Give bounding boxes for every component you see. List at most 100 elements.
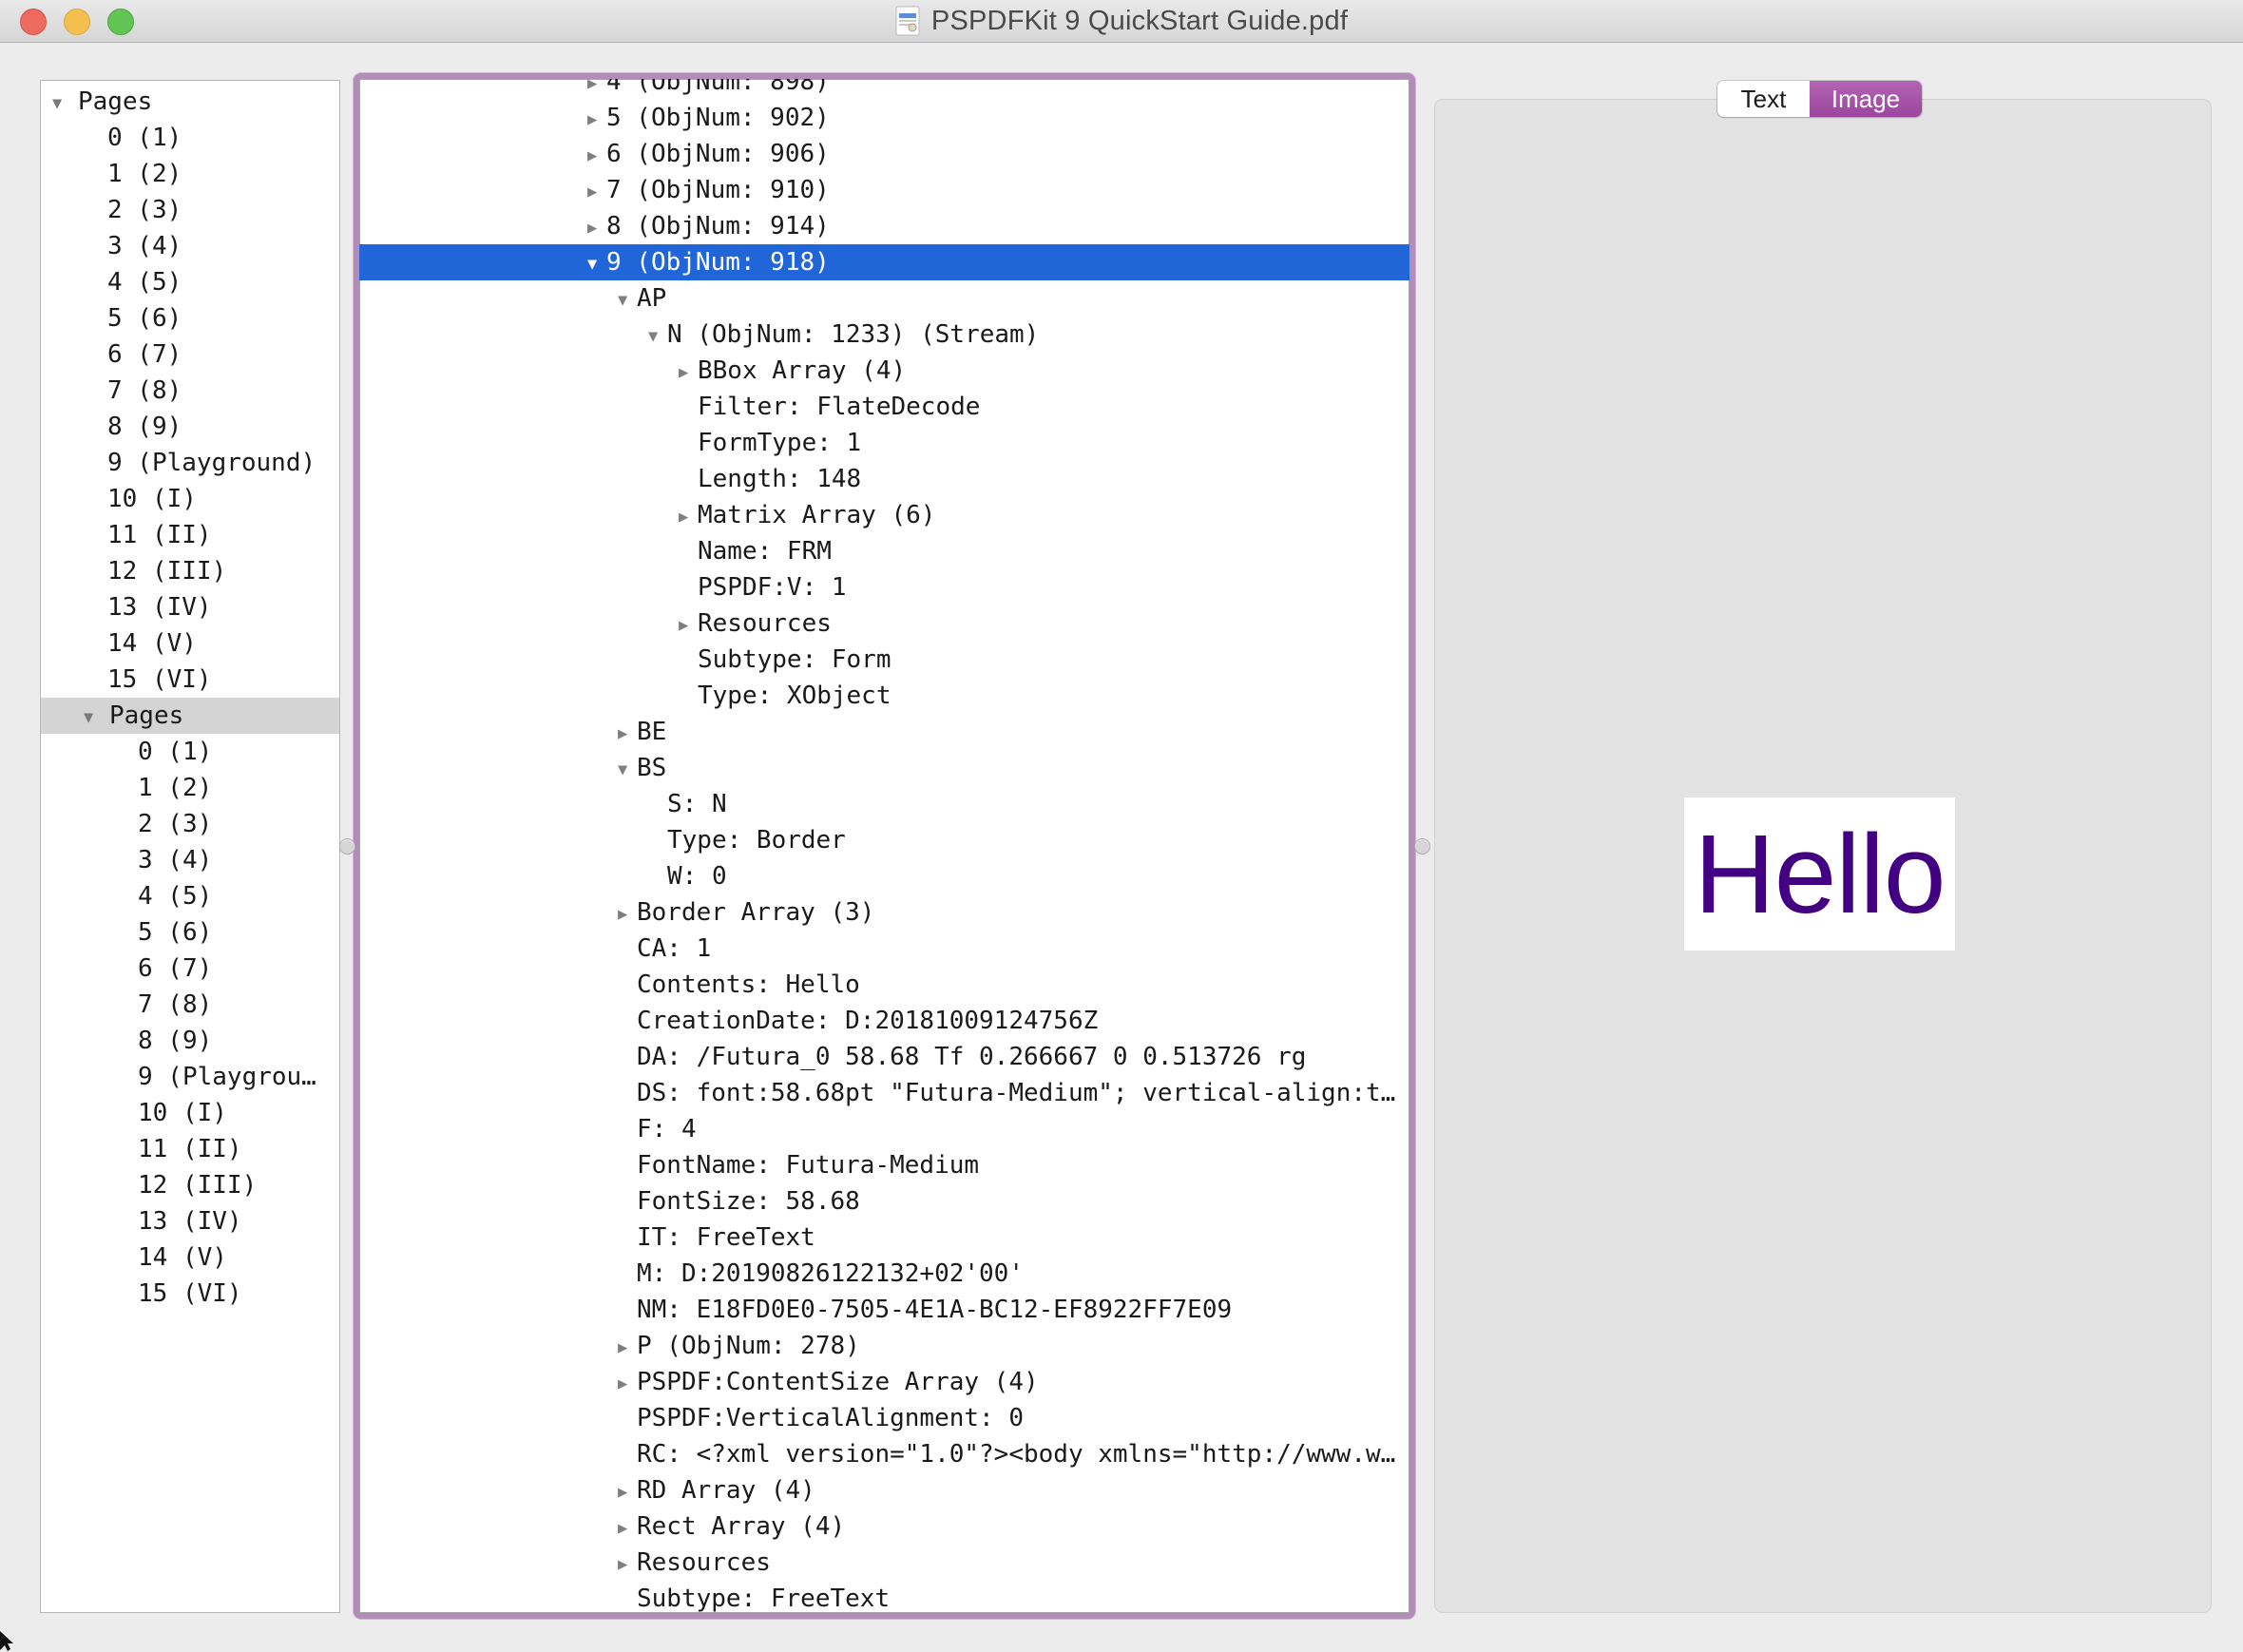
sidebar-page-item[interactable]: 9 (Playground)	[41, 445, 339, 481]
outline-row[interactable]: CA: 1	[359, 931, 1409, 967]
sidebar-page-item[interactable]: 2 (3)	[41, 806, 339, 842]
outline-row[interactable]: ▼N (ObjNum: 1233) (Stream)	[359, 317, 1409, 353]
sidebar-page-item[interactable]: 0 (1)	[41, 734, 339, 770]
disclosure-closed-icon[interactable]: ▶	[587, 210, 606, 244]
sidebar-page-item[interactable]: 1 (2)	[41, 156, 339, 192]
sidebar-page-item[interactable]: 11 (II)	[41, 1131, 339, 1167]
outline-row[interactable]: ▶Border Array (3)	[359, 894, 1409, 931]
outline-row[interactable]: ▶Resources	[359, 605, 1409, 642]
disclosure-closed-icon[interactable]: ▶	[679, 607, 698, 642]
disclosure-closed-icon[interactable]: ▶	[587, 102, 606, 136]
sidebar-page-item[interactable]: 12 (III)	[41, 1167, 339, 1203]
split-divider-handle-right[interactable]	[1414, 838, 1430, 855]
outline-row[interactable]: ▶5 (ObjNum: 902)	[359, 100, 1409, 136]
outline-row[interactable]: ▶BE	[359, 714, 1409, 750]
sidebar-page-item[interactable]: 2 (3)	[41, 192, 339, 228]
outline-row[interactable]: W: 0	[359, 858, 1409, 894]
disclosure-closed-icon[interactable]: ▶	[618, 896, 637, 931]
disclosure-closed-icon[interactable]: ▶	[618, 1330, 637, 1364]
disclosure-open-icon[interactable]: ▼	[648, 318, 667, 353]
outline-row[interactable]: ▼9 (ObjNum: 918)	[359, 244, 1409, 280]
disclosure-closed-icon[interactable]: ▶	[618, 1474, 637, 1508]
outline-row[interactable]: NM: E18FD0E0-7505-4E1A-BC12-EF8922FF7E09	[359, 1292, 1409, 1328]
sidebar-tree-header[interactable]: ▼Pages	[41, 698, 339, 734]
sidebar-page-item[interactable]: 7 (8)	[41, 373, 339, 409]
sidebar-page-item[interactable]: 6 (7)	[41, 336, 339, 373]
outline-row[interactable]: FontSize: 58.68	[359, 1183, 1409, 1220]
sidebar-page-item[interactable]: 13 (IV)	[41, 1203, 339, 1239]
outline-row[interactable]: DS: font:58.68pt "Futura-Medium"; vertic…	[359, 1075, 1409, 1111]
disclosure-open-icon[interactable]: ▼	[587, 246, 606, 280]
disclosure-closed-icon[interactable]: ▶	[587, 138, 606, 172]
pages-sidebar[interactable]: ▼Pages0 (1)1 (2)2 (3)3 (4)4 (5)5 (6)6 (7…	[40, 80, 340, 1613]
outline-row[interactable]: CreationDate: D:20181009124756Z	[359, 1003, 1409, 1039]
sidebar-page-item[interactable]: 14 (V)	[41, 625, 339, 662]
outline-row[interactable]: Contents: Hello	[359, 967, 1409, 1003]
sidebar-page-item[interactable]: 14 (V)	[41, 1239, 339, 1276]
disclosure-closed-icon[interactable]: ▶	[587, 73, 606, 100]
outline-row[interactable]: ▶Rect Array (4)	[359, 1508, 1409, 1545]
outline-row[interactable]: Length: 148	[359, 461, 1409, 497]
outline-row[interactable]: PSPDF:VerticalAlignment: 0	[359, 1400, 1409, 1436]
outline-row[interactable]: Subtype: FreeText	[359, 1581, 1409, 1617]
disclosure-closed-icon[interactable]: ▶	[679, 355, 698, 389]
sidebar-page-item[interactable]: 3 (4)	[41, 228, 339, 264]
disclosure-open-icon[interactable]: ▼	[618, 752, 637, 786]
outline-row[interactable]: ▶Resources	[359, 1545, 1409, 1581]
sidebar-page-item[interactable]: 10 (I)	[41, 1095, 339, 1131]
disclosure-open-icon[interactable]: ▼	[618, 282, 637, 317]
outline-row[interactable]: Filter: FlateDecode	[359, 389, 1409, 425]
outline-row[interactable]: S: N	[359, 786, 1409, 822]
sidebar-tree-header[interactable]: ▼Pages	[41, 84, 339, 120]
outline-row[interactable]: ▶BBox Array (4)	[359, 353, 1409, 389]
sidebar-page-item[interactable]: 9 (Playgrou…	[41, 1059, 339, 1095]
outline-row[interactable]: M: D:20190826122132+02'00'	[359, 1256, 1409, 1292]
outline-row[interactable]: ▶8 (ObjNum: 914)	[359, 208, 1409, 244]
outline-row[interactable]: FontName: Futura-Medium	[359, 1147, 1409, 1183]
outline-row[interactable]: PSPDF:V: 1	[359, 569, 1409, 605]
chevron-down-icon[interactable]: ▼	[84, 700, 109, 734]
outline-row[interactable]: ▶Matrix Array (6)	[359, 497, 1409, 533]
sidebar-page-item[interactable]: 13 (IV)	[41, 589, 339, 625]
split-divider-handle-left[interactable]	[339, 838, 355, 855]
pdf-object-tree-panel[interactable]: ▶4 (ObjNum: 898)▶5 (ObjNum: 902)▶6 (ObjN…	[354, 73, 1415, 1619]
outline-row[interactable]: Subtype: Form	[359, 642, 1409, 678]
outline-row[interactable]: ▶7 (ObjNum: 910)	[359, 172, 1409, 208]
outline-row[interactable]: ▼BS	[359, 750, 1409, 786]
sidebar-page-item[interactable]: 11 (II)	[41, 517, 339, 553]
disclosure-closed-icon[interactable]: ▶	[587, 174, 606, 208]
sidebar-page-item[interactable]: 5 (6)	[41, 300, 339, 336]
outline-row[interactable]: Name: FRM	[359, 533, 1409, 569]
sidebar-page-item[interactable]: 4 (5)	[41, 264, 339, 300]
outline-row[interactable]: ▶6 (ObjNum: 906)	[359, 136, 1409, 172]
sidebar-page-item[interactable]: 7 (8)	[41, 987, 339, 1023]
tab-image[interactable]: Image	[1810, 81, 1922, 117]
sidebar-page-item[interactable]: 15 (VI)	[41, 1276, 339, 1312]
outline-row[interactable]: Type: XObject	[359, 678, 1409, 714]
outline-row[interactable]: IT: FreeText	[359, 1220, 1409, 1256]
disclosure-closed-icon[interactable]: ▶	[618, 1510, 637, 1545]
outline-row[interactable]: FormType: 1	[359, 425, 1409, 461]
outline-row[interactable]: ▼AP	[359, 280, 1409, 317]
outline-row[interactable]: Type: Border	[359, 822, 1409, 858]
sidebar-page-item[interactable]: 15 (VI)	[41, 662, 339, 698]
outline-row[interactable]: DA: /Futura_0 58.68 Tf 0.266667 0 0.5137…	[359, 1039, 1409, 1075]
disclosure-closed-icon[interactable]: ▶	[618, 716, 637, 750]
sidebar-page-item[interactable]: 8 (9)	[41, 409, 339, 445]
chevron-down-icon[interactable]: ▼	[52, 86, 78, 120]
disclosure-closed-icon[interactable]: ▶	[618, 1366, 637, 1400]
sidebar-page-item[interactable]: 8 (9)	[41, 1023, 339, 1059]
outline-row[interactable]: ▶4 (ObjNum: 898)	[359, 73, 1409, 100]
sidebar-page-item[interactable]: 3 (4)	[41, 842, 339, 878]
sidebar-page-item[interactable]: 12 (III)	[41, 553, 339, 589]
outline-row[interactable]: RC: <?xml version="1.0"?><body xmlns="ht…	[359, 1436, 1409, 1472]
sidebar-page-item[interactable]: 0 (1)	[41, 120, 339, 156]
sidebar-page-item[interactable]: 10 (I)	[41, 481, 339, 517]
tab-text[interactable]: Text	[1717, 81, 1810, 117]
outline-row[interactable]: F: 4	[359, 1111, 1409, 1147]
sidebar-page-item[interactable]: 4 (5)	[41, 878, 339, 914]
sidebar-page-item[interactable]: 6 (7)	[41, 951, 339, 987]
sidebar-page-item[interactable]: 1 (2)	[41, 770, 339, 806]
sidebar-page-item[interactable]: 5 (6)	[41, 914, 339, 951]
disclosure-closed-icon[interactable]: ▶	[679, 499, 698, 533]
